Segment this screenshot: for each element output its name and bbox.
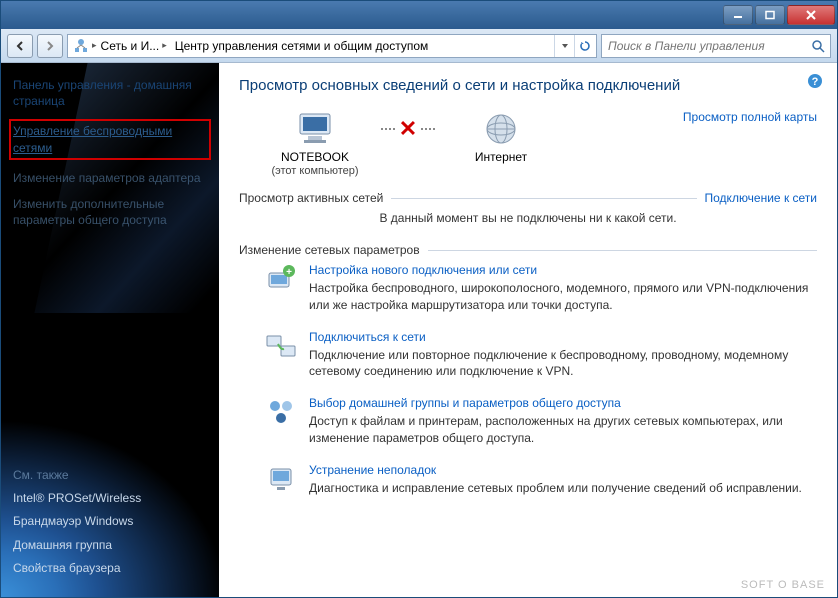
window: ▸ Сеть и И...▸ Центр управления сетями и…	[0, 0, 838, 598]
sidebar-see-also: См. также Intel® PROSet/Wireless Брандма…	[13, 468, 207, 583]
page-title: Просмотр основных сведений о сети и наст…	[239, 77, 817, 94]
breadcrumb-segment[interactable]: Центр управления сетями и общим доступом	[171, 35, 433, 57]
help-icon[interactable]: ?	[807, 73, 823, 89]
network-icon	[72, 37, 90, 55]
task-homegroup: Выбор домашней группы и параметров общег…	[239, 396, 817, 447]
sidebar-links: Панель управления - домашняя страница Уп…	[1, 63, 219, 252]
connect-network-link[interactable]: Подключение к сети	[697, 191, 817, 205]
search-icon	[806, 39, 830, 53]
task-troubleshoot: Устранение неполадок Диагностика и испра…	[239, 463, 817, 497]
task-title-link[interactable]: Настройка нового подключения или сети	[309, 263, 817, 277]
node-label: NOTEBOOK	[281, 150, 349, 165]
see-also-item[interactable]: Intel® PROSet/Wireless	[13, 490, 207, 506]
node-sublabel: (этот компьютер)	[271, 165, 358, 177]
see-also-item[interactable]: Домашняя группа	[13, 537, 207, 553]
search-input[interactable]	[602, 39, 806, 53]
task-list: + Настройка нового подключения или сети …	[239, 263, 817, 497]
troubleshoot-icon	[265, 463, 297, 495]
see-also-item[interactable]: Свойства браузера	[13, 560, 207, 576]
svg-text:?: ?	[812, 76, 819, 88]
toolbar: ▸ Сеть и И...▸ Центр управления сетями и…	[1, 29, 837, 63]
refresh-button[interactable]	[574, 35, 594, 57]
active-networks-header: Просмотр активных сетей Подключение к се…	[239, 191, 817, 205]
sidebar-item-adapter[interactable]: Изменение параметров адаптера	[13, 170, 207, 186]
view-full-map-link[interactable]: Просмотр полной карты	[683, 110, 817, 124]
task-description: Настройка беспроводного, широкополосного…	[309, 280, 817, 314]
network-map: NOTEBOOK (этот компьютер) ✕ Интернет Про…	[239, 110, 817, 177]
new-connection-icon: +	[265, 263, 297, 295]
chevron-icon: ▸	[162, 40, 167, 51]
homegroup-icon	[265, 396, 297, 428]
section-title: Просмотр активных сетей	[239, 191, 391, 205]
title-bar	[1, 1, 837, 29]
see-also-title: См. также	[13, 468, 207, 482]
sidebar-item-sharing[interactable]: Изменить дополнительные параметры общего…	[13, 196, 207, 228]
back-button[interactable]	[7, 34, 33, 58]
breadcrumb-label: Центр управления сетями и общим доступом	[175, 39, 429, 53]
task-title-link[interactable]: Выбор домашней группы и параметров общег…	[309, 396, 817, 410]
breadcrumb[interactable]: ▸ Сеть и И...▸ Центр управления сетями и…	[67, 34, 597, 58]
minimize-button[interactable]	[723, 5, 753, 25]
svg-text:+: +	[286, 267, 292, 278]
connect-icon	[265, 330, 297, 362]
no-network-message: В данный момент вы не подключены ни к ка…	[239, 211, 817, 225]
see-also-item[interactable]: Брандмауэр Windows	[13, 513, 207, 529]
task-title-link[interactable]: Подключиться к сети	[309, 330, 817, 344]
task-connect: Подключиться к сети Подключение или повт…	[239, 330, 817, 381]
control-panel-home-link[interactable]: Панель управления - домашняя страница	[13, 77, 207, 109]
main-panel: ? Просмотр основных сведений о сети и на…	[219, 63, 837, 597]
globe-icon	[480, 110, 522, 148]
task-new-connection: + Настройка нового подключения или сети …	[239, 263, 817, 314]
change-settings-header: Изменение сетевых параметров	[239, 243, 817, 257]
x-icon: ✕	[397, 116, 419, 142]
close-button[interactable]	[787, 5, 835, 25]
sidebar-item-wireless[interactable]: Управление беспроводными сетями	[9, 119, 211, 159]
search-box[interactable]	[601, 34, 831, 58]
forward-button[interactable]	[37, 34, 63, 58]
connection-broken: ✕	[381, 110, 435, 148]
content: Панель управления - домашняя страница Уп…	[1, 63, 837, 597]
task-description: Подключение или повторное подключение к …	[309, 347, 817, 381]
node-this-computer[interactable]: NOTEBOOK (этот компьютер)	[267, 110, 363, 177]
breadcrumb-segment[interactable]: Сеть и И...▸	[97, 35, 171, 57]
computer-icon	[294, 110, 336, 148]
task-description: Диагностика и исправление сетевых пробле…	[309, 480, 817, 497]
section-title: Изменение сетевых параметров	[239, 243, 428, 257]
breadcrumb-label: Сеть и И...	[101, 39, 160, 53]
node-internet[interactable]: Интернет	[453, 110, 549, 165]
sidebar: Панель управления - домашняя страница Уп…	[1, 63, 219, 597]
node-label: Интернет	[475, 150, 527, 165]
breadcrumb-dropdown[interactable]	[554, 35, 574, 57]
task-title-link[interactable]: Устранение неполадок	[309, 463, 817, 477]
task-description: Доступ к файлам и принтерам, расположенн…	[309, 413, 817, 447]
maximize-button[interactable]	[755, 5, 785, 25]
watermark: SOFT O BASE	[741, 579, 825, 591]
